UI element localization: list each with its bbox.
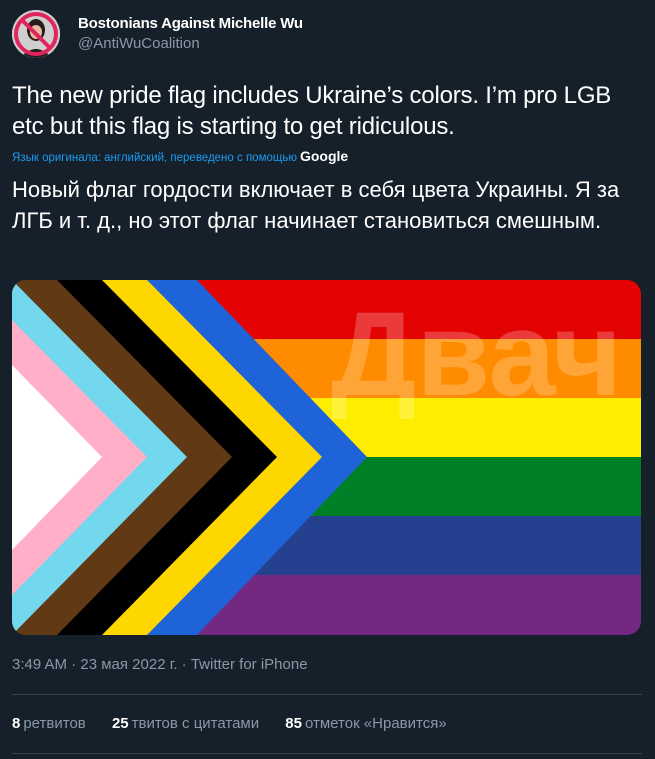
retweets-count: 8 — [12, 715, 21, 732]
author-names: Bostonians Against Michelle Wu @AntiWuCo… — [78, 14, 303, 54]
tweet-stats: 8 ретвитов 25 твитов с цитатами 85 отметок … — [12, 714, 469, 734]
likes-count: 85 — [285, 715, 302, 732]
retweets-stat[interactable]: 8 ретвитов — [12, 715, 86, 732]
retweets-label: ретвитов — [23, 715, 86, 732]
divider — [12, 694, 642, 695]
tweet-text: The new pride flag includes Ukraine’s co… — [12, 82, 612, 140]
progress-pride-flag-image: Двач — [12, 280, 641, 635]
tweet-timestamp-source[interactable]: 3:49 AM · 23 мая 2022 г. · Twitter for i… — [12, 655, 308, 675]
quote-tweets-stat[interactable]: 25 твитов с цитатами — [112, 715, 259, 732]
author-display-name[interactable]: Bostonians Against Michelle Wu — [78, 14, 303, 34]
watermark-text: Двач — [331, 287, 622, 421]
avatar[interactable] — [12, 10, 60, 58]
translation-provider: Google — [299, 148, 349, 164]
tweet-header: Bostonians Against Michelle Wu @AntiWuCo… — [12, 10, 642, 60]
author-handle[interactable]: @AntiWuCoalition — [78, 34, 303, 54]
likes-stat[interactable]: 85 отметок «Нравится» — [285, 715, 446, 732]
quote-tweets-count: 25 — [111, 715, 129, 732]
translated-tweet-text: Новый флаг гордости включает в себя цвет… — [12, 177, 620, 233]
tweet-image[interactable]: Двач — [12, 280, 641, 635]
quote-tweets-label: твитов с цитатами — [131, 715, 260, 732]
likes-label: отметок «Нравится» — [304, 715, 447, 732]
divider — [12, 753, 642, 754]
prohibited-sign-avatar-icon — [12, 10, 60, 58]
translation-note-text[interactable]: Язык оригинала: английский, переведено с… — [12, 152, 297, 164]
translation-note: Язык оригинала: английский, переведено с… — [12, 147, 348, 167]
